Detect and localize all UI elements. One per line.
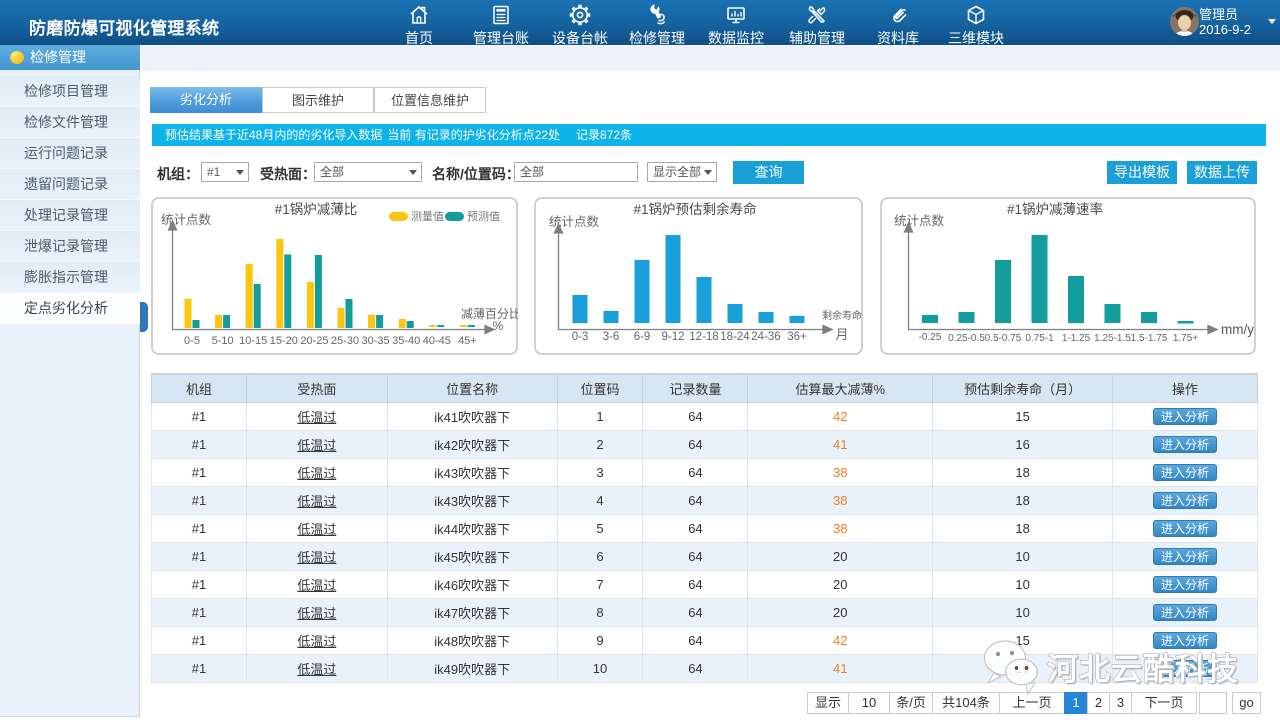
svg-text:#1锅炉预估剩余寿命: #1锅炉预估剩余寿命 (633, 201, 757, 217)
svg-text:36+: 36+ (787, 331, 807, 343)
svg-text:45+: 45+ (458, 335, 477, 347)
svg-text:30-35: 30-35 (362, 335, 390, 347)
svg-text:预测值: 预测值 (467, 210, 500, 223)
svg-text:10-15: 10-15 (239, 335, 267, 347)
svg-text:9-12: 9-12 (661, 331, 684, 343)
svg-text:1-1.25: 1-1.25 (1062, 333, 1091, 344)
svg-text:15-20: 15-20 (270, 335, 298, 347)
svg-text:3-6: 3-6 (603, 331, 620, 343)
svg-text:1.25-1.5: 1.25-1.5 (1094, 333, 1131, 344)
svg-text:6-9: 6-9 (634, 331, 651, 343)
svg-text:#1锅炉减薄比: #1锅炉减薄比 (275, 202, 358, 217)
svg-text:5-10: 5-10 (212, 335, 234, 347)
svg-text:#1锅炉减薄速率: #1锅炉减薄速率 (1007, 201, 1103, 217)
svg-text:0.75-1: 0.75-1 (1025, 333, 1054, 344)
svg-text:月: 月 (835, 327, 848, 342)
svg-text:0-5: 0-5 (184, 335, 200, 347)
svg-text:-0.25: -0.25 (919, 332, 942, 343)
svg-text:统计点数: 统计点数 (894, 213, 945, 228)
svg-text:35-40: 35-40 (392, 335, 420, 347)
svg-text:25-30: 25-30 (331, 335, 359, 347)
svg-text:18-24: 18-24 (720, 331, 750, 343)
svg-text:20-25: 20-25 (300, 335, 328, 347)
svg-text:测量值: 测量值 (411, 210, 444, 223)
svg-text:0.5-0.75: 0.5-0.75 (985, 333, 1022, 344)
svg-text:mm/y: mm/y (1221, 322, 1254, 337)
svg-text:24-36: 24-36 (751, 331, 780, 343)
svg-text:1.5-1.75: 1.5-1.75 (1131, 333, 1168, 344)
svg-text:40-45: 40-45 (423, 335, 451, 347)
svg-text:统计点数: 统计点数 (161, 212, 212, 227)
svg-text:0.25-0.5: 0.25-0.5 (948, 333, 985, 344)
svg-text:1.75+: 1.75+ (1173, 333, 1198, 344)
svg-text:河北云酷科技: 河北云酷科技 (1047, 652, 1239, 687)
svg-text:减薄百分比: 减薄百分比 (461, 306, 518, 321)
svg-text:%: % (493, 319, 504, 333)
svg-text:0-3: 0-3 (572, 331, 589, 343)
svg-text:剩余寿命: 剩余寿命 (822, 309, 862, 322)
svg-text:12-18: 12-18 (689, 331, 718, 343)
